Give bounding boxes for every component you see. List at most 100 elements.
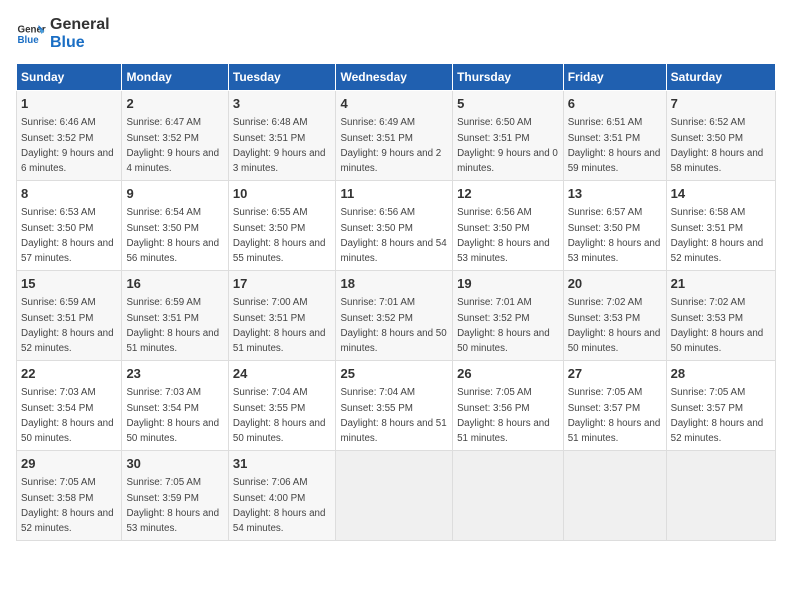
col-header-thursday: Thursday xyxy=(453,64,564,91)
day-info: Sunrise: 6:46 AMSunset: 3:52 PMDaylight:… xyxy=(21,117,114,174)
calendar-cell: 8 Sunrise: 6:53 AMSunset: 3:50 PMDaylight… xyxy=(17,181,122,271)
calendar-cell: 18 Sunrise: 7:01 AMSunset: 3:52 PMDayligh… xyxy=(336,271,453,361)
calendar-cell: 15 Sunrise: 6:59 AMSunset: 3:51 PMDayligh… xyxy=(17,271,122,361)
day-number: 7 xyxy=(671,95,771,113)
calendar-cell: 6 Sunrise: 6:51 AMSunset: 3:51 PMDaylight… xyxy=(563,91,666,181)
calendar-cell: 4Sunrise: 6:49 AMSunset: 3:51 PMDaylight… xyxy=(336,91,453,181)
calendar-cell: 11Sunrise: 6:56 AMSunset: 3:50 PMDayligh… xyxy=(336,181,453,271)
day-info: Sunrise: 6:54 AMSunset: 3:50 PMDaylight:… xyxy=(126,207,219,264)
day-info: Sunrise: 7:03 AMSunset: 3:54 PMDaylight:… xyxy=(126,387,219,444)
col-header-sunday: Sunday xyxy=(17,64,122,91)
day-info: Sunrise: 6:58 AMSunset: 3:51 PMDaylight:… xyxy=(671,207,764,264)
day-number: 6 xyxy=(568,95,662,113)
day-number: 30 xyxy=(126,455,223,473)
calendar-cell xyxy=(563,451,666,541)
day-number: 2 xyxy=(126,95,223,113)
calendar-week-row: 22 Sunrise: 7:03 AMSunset: 3:54 PMDayligh… xyxy=(17,361,776,451)
page-header: General Blue General Blue xyxy=(16,16,776,51)
svg-text:Blue: Blue xyxy=(18,35,40,46)
day-info: Sunrise: 7:01 AMSunset: 3:52 PMDaylight:… xyxy=(457,297,550,354)
day-info: Sunrise: 6:47 AMSunset: 3:52 PMDaylight:… xyxy=(126,117,219,174)
day-number: 9 xyxy=(126,185,223,203)
calendar-cell xyxy=(666,451,775,541)
calendar-cell: 27 Sunrise: 7:05 AMSunset: 3:57 PMDayligh… xyxy=(563,361,666,451)
day-info: Sunrise: 6:59 AMSunset: 3:51 PMDaylight:… xyxy=(126,297,219,354)
day-info: Sunrise: 7:05 AMSunset: 3:56 PMDaylight:… xyxy=(457,387,550,444)
calendar-cell: 1 Sunrise: 6:46 AMSunset: 3:52 PMDaylight… xyxy=(17,91,122,181)
day-number: 17 xyxy=(233,275,332,293)
col-header-friday: Friday xyxy=(563,64,666,91)
day-number: 27 xyxy=(568,365,662,383)
calendar-cell: 14 Sunrise: 6:58 AMSunset: 3:51 PMDayligh… xyxy=(666,181,775,271)
day-number: 26 xyxy=(457,365,559,383)
logo: General Blue General Blue xyxy=(16,16,110,51)
day-number: 18 xyxy=(340,275,448,293)
day-number: 12 xyxy=(457,185,559,203)
calendar-week-row: 29Sunrise: 7:05 AMSunset: 3:58 PMDayligh… xyxy=(17,451,776,541)
col-header-saturday: Saturday xyxy=(666,64,775,91)
day-number: 3 xyxy=(233,95,332,113)
logo-icon: General Blue xyxy=(16,19,46,49)
header-row: SundayMondayTuesdayWednesdayThursdayFrid… xyxy=(17,64,776,91)
day-info: Sunrise: 6:53 AMSunset: 3:50 PMDaylight:… xyxy=(21,207,114,264)
calendar-table: SundayMondayTuesdayWednesdayThursdayFrid… xyxy=(16,63,776,541)
day-info: Sunrise: 6:56 AMSunset: 3:50 PMDaylight:… xyxy=(340,207,446,264)
calendar-cell: 28 Sunrise: 7:05 AMSunset: 3:57 PMDayligh… xyxy=(666,361,775,451)
day-info: Sunrise: 7:05 AMSunset: 3:57 PMDaylight:… xyxy=(671,387,764,444)
day-number: 10 xyxy=(233,185,332,203)
day-number: 24 xyxy=(233,365,332,383)
day-info: Sunrise: 7:05 AMSunset: 3:58 PMDaylight:… xyxy=(21,477,114,534)
day-info: Sunrise: 6:50 AMSunset: 3:51 PMDaylight:… xyxy=(457,117,558,174)
calendar-cell xyxy=(336,451,453,541)
day-number: 22 xyxy=(21,365,117,383)
day-info: Sunrise: 6:51 AMSunset: 3:51 PMDaylight:… xyxy=(568,117,661,174)
day-number: 25 xyxy=(340,365,448,383)
day-info: Sunrise: 7:00 AMSunset: 3:51 PMDaylight:… xyxy=(233,297,326,354)
calendar-cell: 23 Sunrise: 7:03 AMSunset: 3:54 PMDayligh… xyxy=(122,361,228,451)
day-info: Sunrise: 6:48 AMSunset: 3:51 PMDaylight:… xyxy=(233,117,326,174)
col-header-monday: Monday xyxy=(122,64,228,91)
calendar-cell: 21Sunrise: 7:02 AMSunset: 3:53 PMDayligh… xyxy=(666,271,775,361)
day-number: 5 xyxy=(457,95,559,113)
calendar-cell: 12Sunrise: 6:56 AMSunset: 3:50 PMDayligh… xyxy=(453,181,564,271)
day-number: 28 xyxy=(671,365,771,383)
day-info: Sunrise: 7:01 AMSunset: 3:52 PMDaylight:… xyxy=(340,297,446,354)
day-number: 19 xyxy=(457,275,559,293)
col-header-wednesday: Wednesday xyxy=(336,64,453,91)
day-number: 31 xyxy=(233,455,332,473)
calendar-cell: 29Sunrise: 7:05 AMSunset: 3:58 PMDayligh… xyxy=(17,451,122,541)
calendar-week-row: 8 Sunrise: 6:53 AMSunset: 3:50 PMDaylight… xyxy=(17,181,776,271)
calendar-cell: 24Sunrise: 7:04 AMSunset: 3:55 PMDayligh… xyxy=(228,361,336,451)
calendar-cell xyxy=(453,451,564,541)
calendar-cell: 30Sunrise: 7:05 AMSunset: 3:59 PMDayligh… xyxy=(122,451,228,541)
calendar-cell: 16 Sunrise: 6:59 AMSunset: 3:51 PMDayligh… xyxy=(122,271,228,361)
day-info: Sunrise: 6:59 AMSunset: 3:51 PMDaylight:… xyxy=(21,297,114,354)
day-number: 16 xyxy=(126,275,223,293)
day-number: 14 xyxy=(671,185,771,203)
day-info: Sunrise: 6:52 AMSunset: 3:50 PMDaylight:… xyxy=(671,117,764,174)
day-number: 8 xyxy=(21,185,117,203)
calendar-cell: 7 Sunrise: 6:52 AMSunset: 3:50 PMDaylight… xyxy=(666,91,775,181)
col-header-tuesday: Tuesday xyxy=(228,64,336,91)
calendar-week-row: 15 Sunrise: 6:59 AMSunset: 3:51 PMDayligh… xyxy=(17,271,776,361)
calendar-cell: 25 Sunrise: 7:04 AMSunset: 3:55 PMDayligh… xyxy=(336,361,453,451)
day-info: Sunrise: 7:05 AMSunset: 3:57 PMDaylight:… xyxy=(568,387,661,444)
day-number: 1 xyxy=(21,95,117,113)
day-number: 15 xyxy=(21,275,117,293)
calendar-cell: 2 Sunrise: 6:47 AMSunset: 3:52 PMDaylight… xyxy=(122,91,228,181)
calendar-cell: 9 Sunrise: 6:54 AMSunset: 3:50 PMDaylight… xyxy=(122,181,228,271)
calendar-cell: 13Sunrise: 6:57 AMSunset: 3:50 PMDayligh… xyxy=(563,181,666,271)
calendar-cell: 20Sunrise: 7:02 AMSunset: 3:53 PMDayligh… xyxy=(563,271,666,361)
day-info: Sunrise: 6:49 AMSunset: 3:51 PMDaylight:… xyxy=(340,117,441,174)
day-number: 13 xyxy=(568,185,662,203)
calendar-cell: 22Sunrise: 7:03 AMSunset: 3:54 PMDayligh… xyxy=(17,361,122,451)
day-info: Sunrise: 7:04 AMSunset: 3:55 PMDaylight:… xyxy=(340,387,446,444)
day-number: 23 xyxy=(126,365,223,383)
calendar-cell: 5 Sunrise: 6:50 AMSunset: 3:51 PMDaylight… xyxy=(453,91,564,181)
calendar-cell: 26 Sunrise: 7:05 AMSunset: 3:56 PMDayligh… xyxy=(453,361,564,451)
day-info: Sunrise: 7:06 AMSunset: 4:00 PMDaylight:… xyxy=(233,477,326,534)
calendar-cell: 10Sunrise: 6:55 AMSunset: 3:50 PMDayligh… xyxy=(228,181,336,271)
day-number: 21 xyxy=(671,275,771,293)
calendar-cell: 17 Sunrise: 7:00 AMSunset: 3:51 PMDayligh… xyxy=(228,271,336,361)
calendar-cell: 31 Sunrise: 7:06 AMSunset: 4:00 PMDayligh… xyxy=(228,451,336,541)
